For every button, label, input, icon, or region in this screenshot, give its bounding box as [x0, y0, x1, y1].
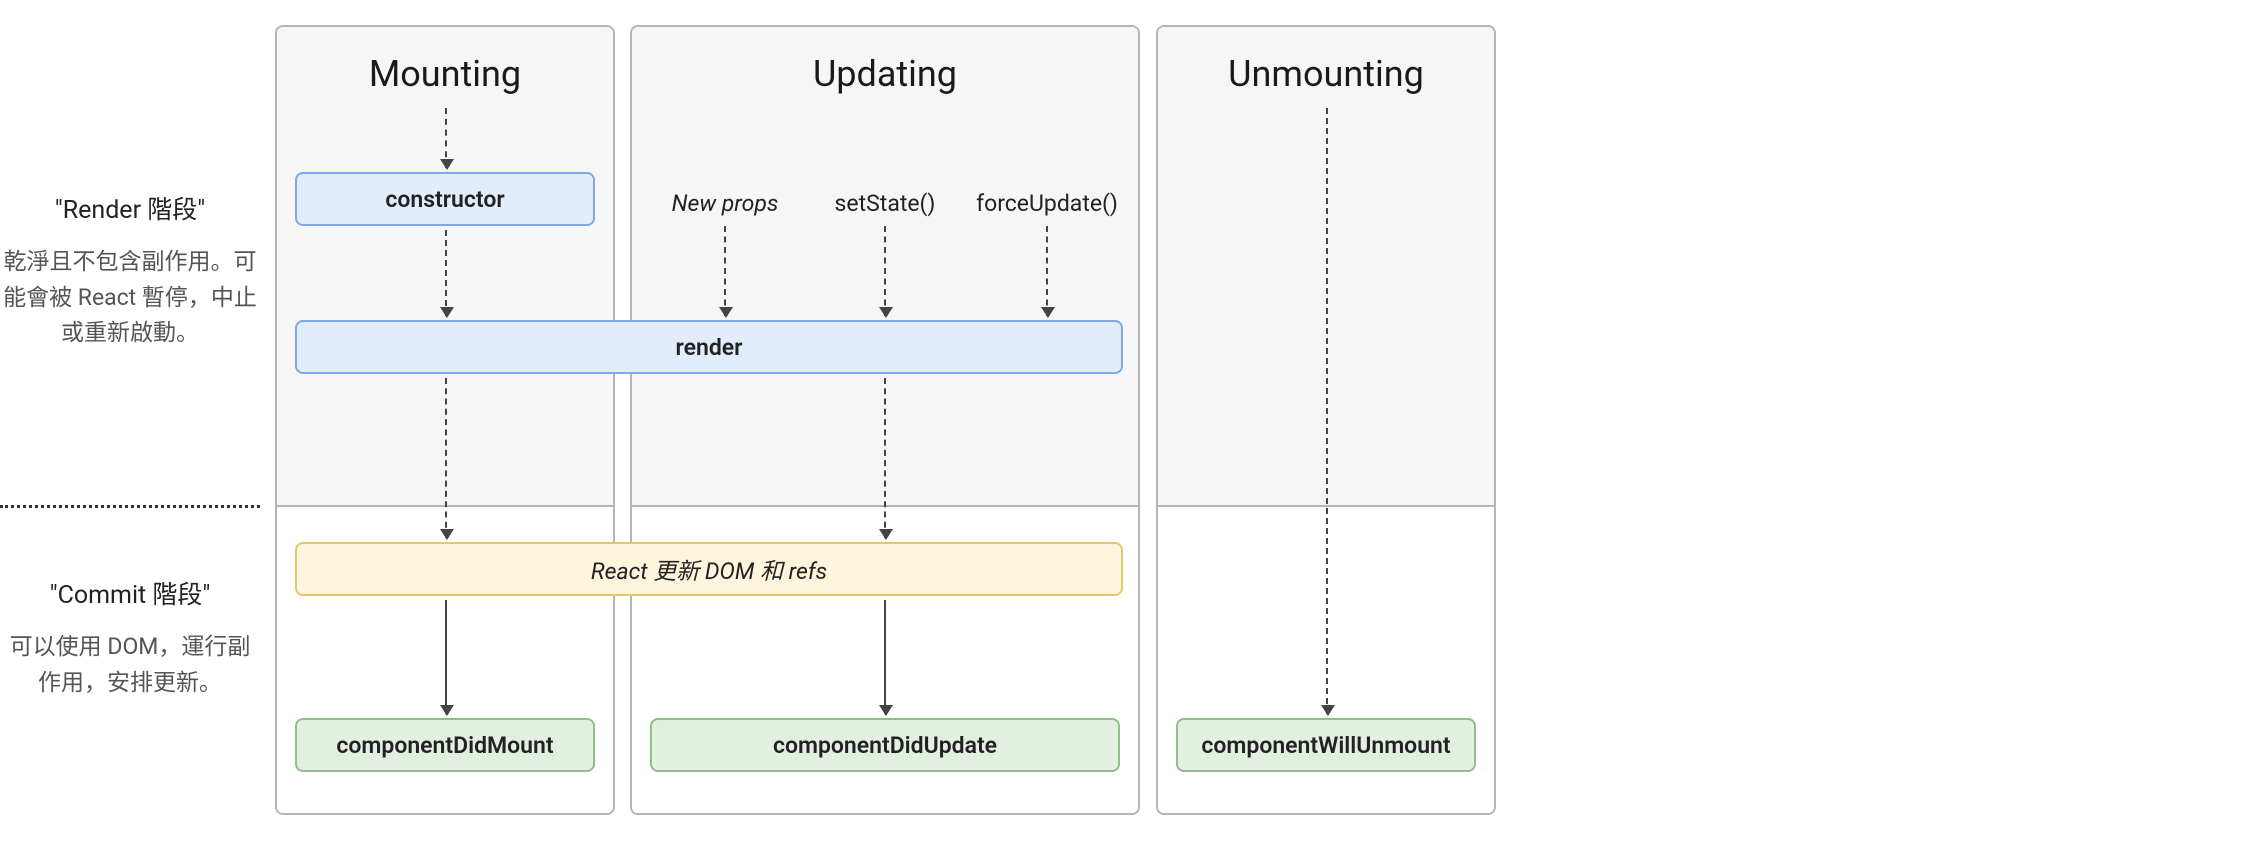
- arrow-setstate-render: [884, 226, 886, 316]
- constructor-node[interactable]: constructor: [295, 172, 595, 226]
- phase-divider: [0, 505, 260, 508]
- react-lifecycle-diagram: "Render 階段" 乾淨且不包含副作用。可能會被 React 暫停，中止或重…: [0, 0, 2252, 848]
- render-phase-label: "Render 階段" 乾淨且不包含副作用。可能會被 React 暫停，中止或重…: [0, 190, 260, 351]
- arrow-render-reactupdates-m: [445, 378, 447, 538]
- arrow-constructor-render: [445, 230, 447, 316]
- component-did-update-node[interactable]: componentDidUpdate: [650, 718, 1120, 772]
- trigger-setstate: setState(): [815, 190, 955, 217]
- arrow-unmounting-willunmount: [1326, 108, 1328, 714]
- commit-phase-desc: 可以使用 DOM，運行副作用，安排更新。: [0, 629, 260, 700]
- arrow-reactupdates-didupdate: [884, 600, 886, 714]
- render-phase-desc: 乾淨且不包含副作用。可能會被 React 暫停，中止或重新啟動。: [0, 244, 260, 351]
- arrow-mounting-title-constructor: [445, 108, 447, 168]
- arrow-forceupdate-render: [1046, 226, 1048, 316]
- component-did-mount-node[interactable]: componentDidMount: [295, 718, 595, 772]
- arrow-render-reactupdates-u: [884, 378, 886, 538]
- component-will-unmount-node[interactable]: componentWillUnmount: [1176, 718, 1476, 772]
- unmounting-title: Unmounting: [1158, 27, 1494, 95]
- arrow-reactupdates-didmount: [445, 600, 447, 714]
- mounting-title: Mounting: [277, 27, 613, 95]
- commit-phase-label: "Commit 階段" 可以使用 DOM，運行副作用，安排更新。: [0, 575, 260, 700]
- trigger-forceupdate: forceUpdate(): [967, 190, 1127, 217]
- commit-phase-title: "Commit 階段": [0, 575, 260, 611]
- render-node[interactable]: render: [295, 320, 1123, 374]
- react-updates-node: React 更新 DOM 和 refs: [295, 542, 1123, 596]
- render-phase-title: "Render 階段": [0, 190, 260, 226]
- arrow-newprops-render: [724, 226, 726, 316]
- trigger-new-props: New props: [655, 190, 795, 217]
- updating-title: Updating: [632, 27, 1138, 95]
